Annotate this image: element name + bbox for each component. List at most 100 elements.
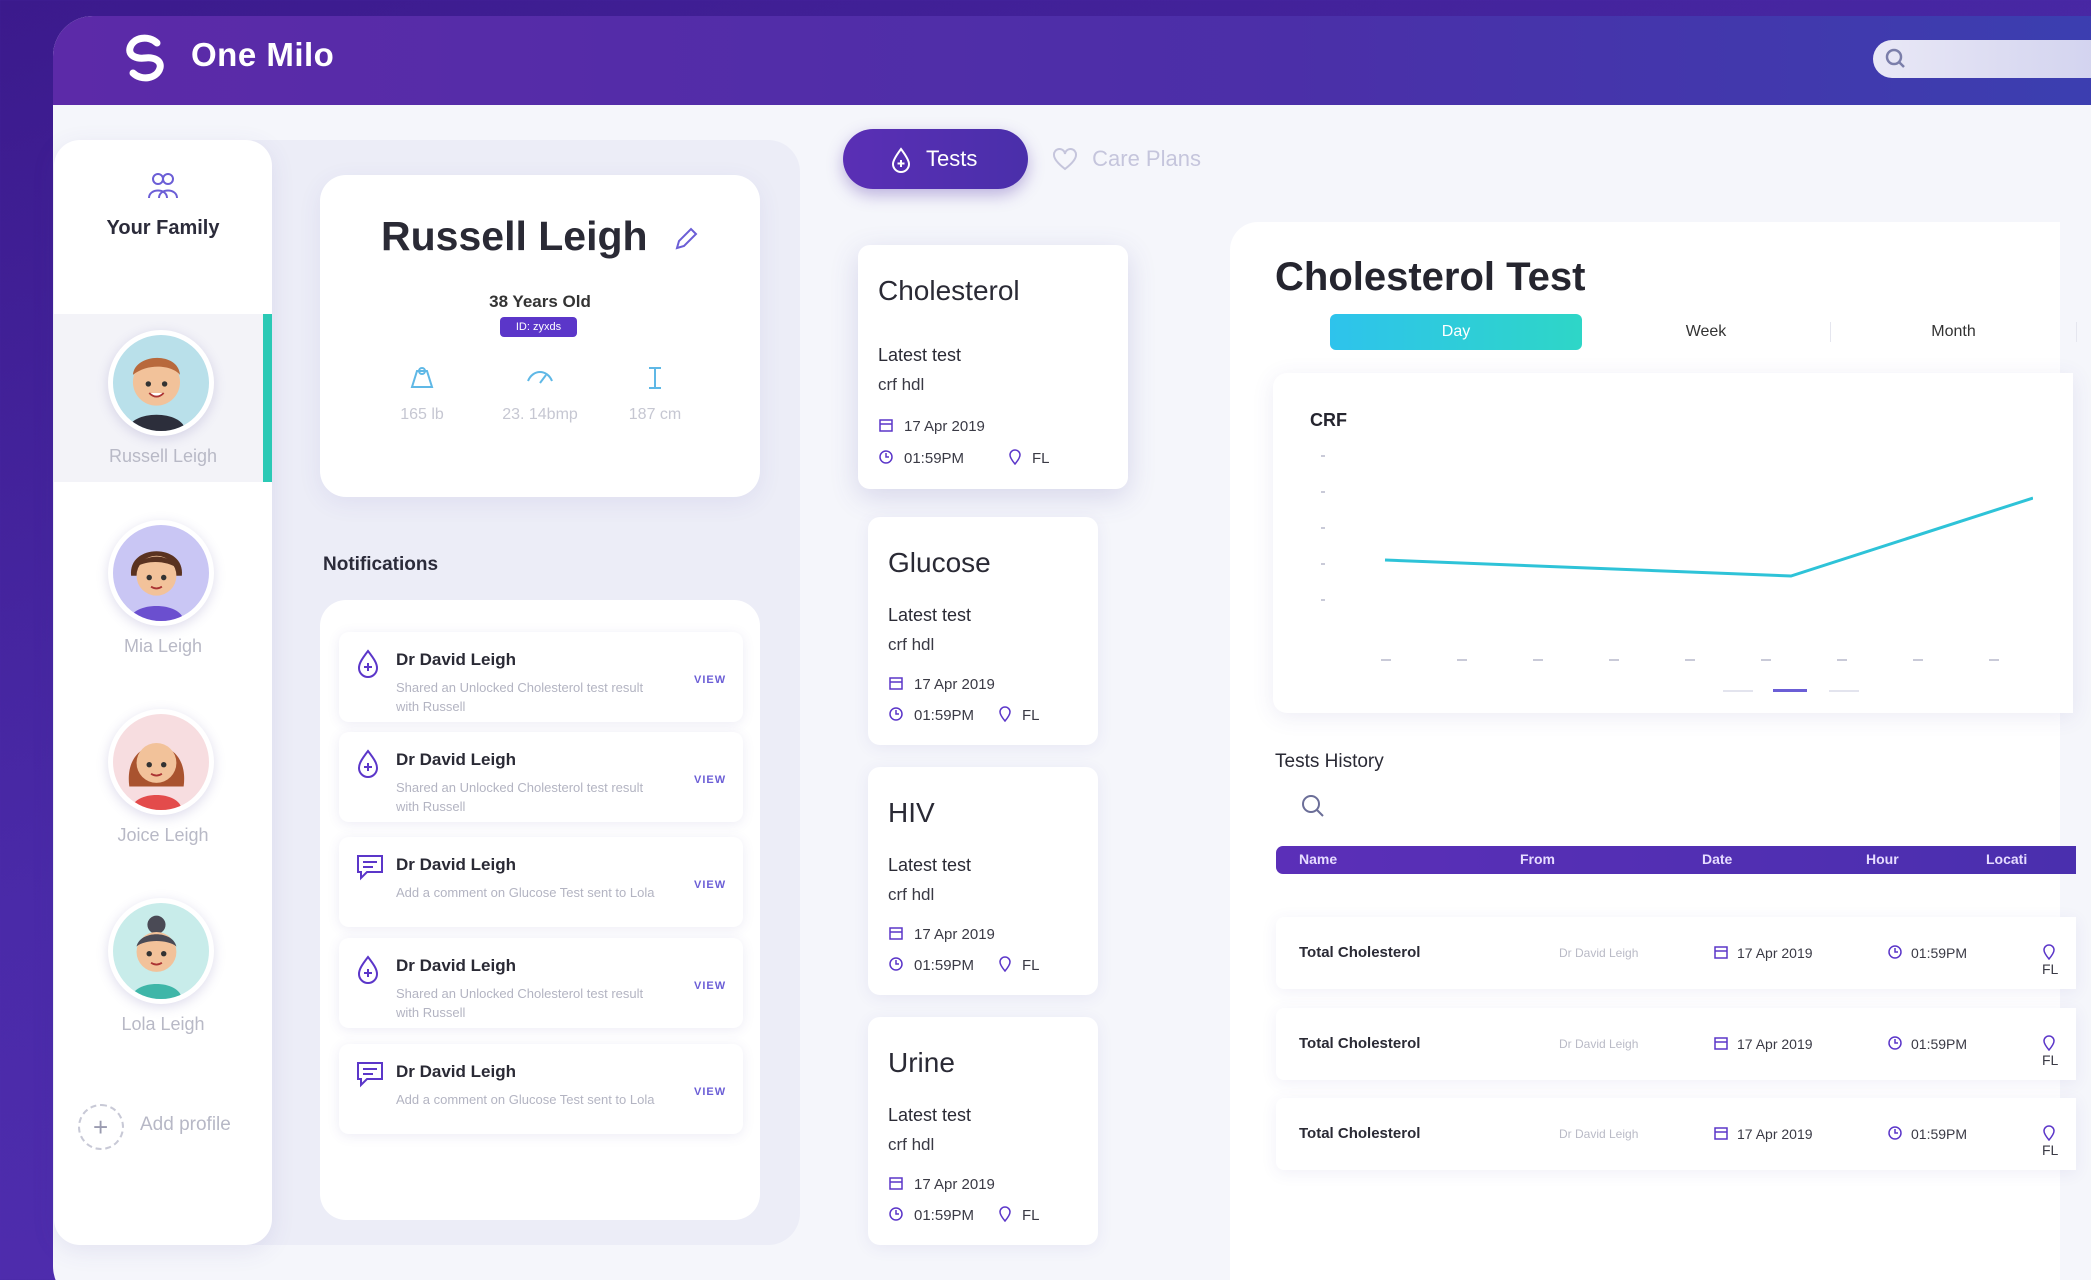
- member-joice[interactable]: Joice Leigh: [54, 693, 272, 861]
- test-date-value: 17 Apr 2019: [914, 676, 995, 693]
- row-hour: 01:59PM: [1887, 1125, 1967, 1142]
- clock-icon: [1888, 1126, 1902, 1140]
- row-name: Total Cholesterol: [1299, 1035, 1421, 1052]
- member-name: Lola Leigh: [121, 1014, 205, 1034]
- period-month[interactable]: Month: [1831, 314, 2076, 350]
- view-link[interactable]: VIEW: [694, 879, 726, 891]
- row-hour-value: 01:59PM: [1911, 1126, 1968, 1142]
- location-pin-icon: [999, 1206, 1011, 1223]
- crf-chart: CRF: [1273, 373, 2073, 713]
- tab-care-plans[interactable]: Care Plans: [1052, 146, 1201, 172]
- x-tick-marks: [1381, 659, 1999, 661]
- profile-name: Russell Leigh: [381, 213, 648, 259]
- row-hour-value: 01:59PM: [1911, 1036, 1968, 1052]
- tab-care-plans-label: Care Plans: [1092, 146, 1201, 171]
- row-date-value: 17 Apr 2019: [1737, 1036, 1813, 1052]
- test-hour-value: 01:59PM: [914, 957, 975, 974]
- row-from: Dr David Leigh: [1559, 1127, 1639, 1141]
- test-card-hiv[interactable]: HIV Latest test crf hdl 17 Apr 2019 01:5…: [868, 767, 1098, 995]
- active-indicator: [263, 314, 272, 482]
- stat-weight: 165 lb: [357, 365, 487, 424]
- notification-from: Dr David Leigh: [396, 650, 516, 669]
- search-icon[interactable]: [1300, 793, 1326, 819]
- notification-item[interactable]: Dr David Leigh Shared an Unlocked Choles…: [339, 632, 743, 722]
- member-russell[interactable]: Russell Leigh: [54, 314, 272, 482]
- view-link[interactable]: VIEW: [694, 774, 726, 786]
- table-row[interactable]: Total Cholesterol Dr David Leigh 17 Apr …: [1276, 1098, 2076, 1170]
- row-hour: 01:59PM: [1887, 944, 1967, 961]
- notification-item[interactable]: Dr David Leigh Shared an Unlocked Choles…: [339, 938, 743, 1028]
- logo-icon: [126, 34, 164, 82]
- notification-item[interactable]: Dr David Leigh Add a comment on Glucose …: [339, 1044, 743, 1134]
- column-date[interactable]: Date: [1702, 851, 1732, 867]
- location-pin-icon: [999, 706, 1011, 723]
- location-pin-icon: [1009, 449, 1021, 466]
- stat-value: 165 lb: [400, 406, 444, 423]
- heart-icon: [1053, 148, 1077, 171]
- column-name[interactable]: Name: [1299, 851, 1337, 867]
- member-mia[interactable]: Mia Leigh: [54, 504, 272, 672]
- test-card-glucose[interactable]: Glucose Latest test crf hdl 17 Apr 2019 …: [868, 517, 1098, 745]
- column-from[interactable]: From: [1520, 851, 1555, 867]
- edit-icon[interactable]: [673, 226, 699, 252]
- add-profile-button[interactable]: + Add profile: [78, 1100, 248, 1152]
- member-name: Russell Leigh: [108, 446, 218, 466]
- calendar-icon: [889, 1177, 903, 1190]
- clock-icon: [889, 957, 903, 971]
- calendar-icon: [1714, 1037, 1728, 1050]
- test-card-cholesterol[interactable]: Cholesterol Latest test crf hdl 17 Apr 2…: [858, 245, 1128, 489]
- notification-from: Dr David Leigh: [396, 855, 516, 874]
- notification-item[interactable]: Dr David Leigh Shared an Unlocked Choles…: [339, 732, 743, 822]
- girl-avatar-icon: [129, 551, 184, 621]
- row-location-value: FL: [2042, 1052, 2059, 1068]
- test-card-urine[interactable]: Urine Latest test crf hdl 17 Apr 2019 01…: [868, 1017, 1098, 1245]
- test-hour-value: 01:59PM: [914, 1207, 975, 1224]
- notification-message: Add a comment on Glucose Test sent to Lo…: [396, 1092, 655, 1107]
- search-input[interactable]: [1873, 40, 2091, 78]
- view-link[interactable]: VIEW: [694, 1086, 726, 1098]
- test-location-value: FL: [1022, 707, 1040, 724]
- view-link[interactable]: VIEW: [694, 674, 726, 686]
- row-date: 17 Apr 2019: [1713, 944, 1813, 961]
- test-location-value: FL: [1022, 1207, 1040, 1224]
- y-tick-marks: [1321, 455, 1325, 601]
- row-from: Dr David Leigh: [1559, 946, 1639, 960]
- drop-icon: [357, 649, 379, 678]
- woman-avatar-icon: [128, 742, 185, 810]
- test-latest-label: Latest test: [888, 855, 972, 875]
- notification-item[interactable]: Dr David Leigh Add a comment on Glucose …: [339, 837, 743, 927]
- period-day[interactable]: Day: [1330, 314, 1582, 350]
- test-hour: 01:59PM: [888, 706, 974, 724]
- notification-message: Shared an Unlocked Cholesterol test resu…: [396, 986, 644, 1020]
- column-location[interactable]: Locati: [1986, 851, 2027, 867]
- chart-pager[interactable]: [1723, 689, 1859, 692]
- tab-tests[interactable]: Tests: [843, 129, 1028, 189]
- family-sidebar: Your Family Russell Leigh Mia Leigh Joic…: [54, 140, 272, 1245]
- test-hour: 01:59PM: [888, 956, 974, 974]
- period-week[interactable]: Week: [1582, 314, 1830, 350]
- detail-title: Cholesterol Test: [1275, 255, 1586, 299]
- test-hour: 01:59PM: [878, 449, 964, 467]
- drop-icon: [357, 955, 379, 984]
- test-location: FL: [998, 706, 1040, 724]
- notifications-title: Notifications: [323, 554, 439, 575]
- test-date: 17 Apr 2019: [878, 417, 985, 435]
- column-hour[interactable]: Hour: [1866, 851, 1899, 867]
- id-badge: ID: zyxds: [500, 317, 577, 337]
- test-sub: crf hdl: [878, 375, 925, 394]
- row-hour: 01:59PM: [1887, 1035, 1967, 1052]
- test-latest-label: Latest test: [878, 345, 962, 365]
- avatar: [108, 898, 214, 1004]
- row-date-value: 17 Apr 2019: [1737, 1126, 1813, 1142]
- member-name: Joice Leigh: [117, 825, 209, 845]
- table-row[interactable]: Total Cholesterol Dr David Leigh 17 Apr …: [1276, 1008, 2076, 1080]
- stat-height: 187 cm: [590, 365, 720, 424]
- view-link[interactable]: VIEW: [694, 980, 726, 992]
- row-name: Total Cholesterol: [1299, 1125, 1421, 1142]
- family-icon: [148, 173, 178, 199]
- member-lola[interactable]: Lola Leigh: [54, 882, 272, 1050]
- test-title: Urine: [888, 1047, 955, 1078]
- test-date-value: 17 Apr 2019: [904, 418, 985, 435]
- comment-icon: [357, 855, 383, 881]
- table-row[interactable]: Total Cholesterol Dr David Leigh 17 Apr …: [1276, 917, 2076, 989]
